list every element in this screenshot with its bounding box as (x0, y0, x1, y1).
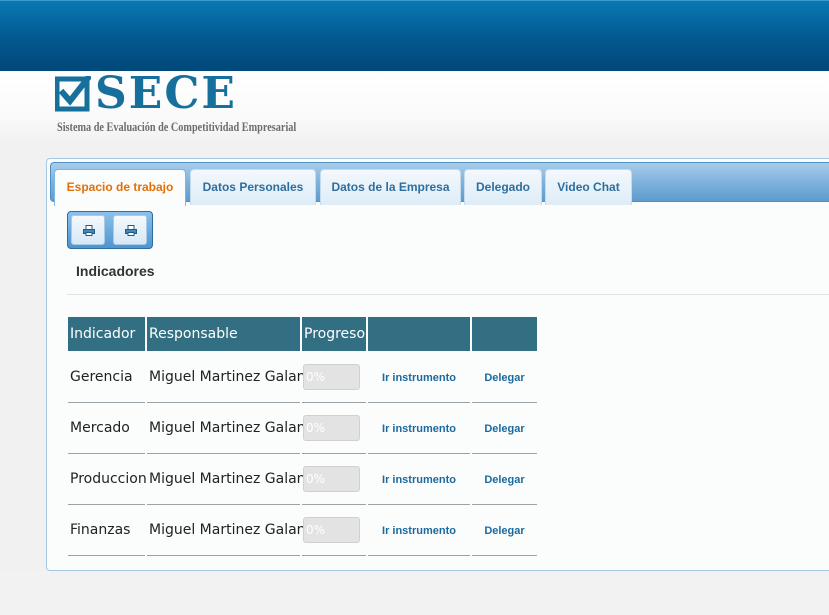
column-header-action (368, 317, 470, 351)
tab-video-chat[interactable]: Video Chat (545, 169, 632, 205)
cell-progreso: 0% (302, 454, 366, 505)
cell-progreso: 0% (302, 403, 366, 454)
cell-indicador: Gerencia (68, 352, 145, 403)
cell-responsable: Miguel Martinez Galan (147, 454, 306, 505)
progress-bar: 0% (303, 415, 360, 441)
cell-progreso: 0% (302, 505, 366, 556)
column-header-indicador: Indicador (68, 317, 145, 351)
cell-action: Ir instrumento (368, 454, 470, 505)
tab-datos-personales[interactable]: Datos Personales (190, 169, 316, 205)
tab-delegado[interactable]: Delegado (464, 169, 542, 205)
tab-espacio-de-trabajo[interactable]: Espacio de trabajo (54, 169, 186, 206)
column-header-responsable: Responsable (147, 317, 300, 351)
column-header-progreso: Progreso (302, 317, 366, 351)
section-title: Indicadores (76, 263, 155, 279)
cell-action: Ir instrumento (368, 352, 470, 403)
logo-subtitle: Sistema de Evaluación de Competitividad … (57, 120, 297, 134)
ir-instrumento-link[interactable]: Ir instrumento (382, 525, 456, 537)
print-button-group (67, 211, 153, 249)
cell-progreso: 0% (302, 352, 366, 403)
sece-logo: SECE Sistema de Evaluación de Competitiv… (55, 70, 307, 140)
ir-instrumento-link[interactable]: Ir instrumento (382, 372, 456, 384)
cell-responsable: Miguel Martinez Galan (147, 403, 306, 454)
cell-indicador: Finanzas (68, 505, 145, 556)
cell-delegate: Delegar (472, 403, 537, 454)
logo-text: SECE (95, 68, 237, 119)
delegar-link[interactable]: Delegar (484, 474, 524, 486)
print-button-2[interactable] (113, 215, 147, 245)
progress-bar: 0% (303, 517, 360, 543)
top-banner (0, 0, 829, 71)
delegar-link[interactable]: Delegar (484, 525, 524, 537)
main-panel: Espacio de trabajo Datos Personales Dato… (46, 158, 829, 571)
ir-instrumento-link[interactable]: Ir instrumento (382, 474, 456, 486)
printer-icon (83, 225, 95, 236)
delegar-link[interactable]: Delegar (484, 372, 524, 384)
cell-action: Ir instrumento (368, 505, 470, 556)
cell-delegate: Delegar (472, 352, 537, 403)
cell-indicador: Mercado (68, 403, 145, 454)
page-footer-area (0, 572, 829, 615)
progress-bar: 0% (303, 364, 360, 390)
progress-bar: 0% (303, 466, 360, 492)
cell-responsable: Miguel Martinez Galan (147, 352, 306, 403)
divider (67, 294, 829, 295)
cell-delegate: Delegar (472, 505, 537, 556)
cell-action: Ir instrumento (368, 403, 470, 454)
ir-instrumento-link[interactable]: Ir instrumento (382, 423, 456, 435)
print-button-1[interactable] (71, 215, 105, 245)
column-header-delegate (472, 317, 537, 351)
delegar-link[interactable]: Delegar (484, 423, 524, 435)
tab-datos-de-la-empresa[interactable]: Datos de la Empresa (320, 169, 461, 205)
tab-bar: Espacio de trabajo Datos Personales Dato… (50, 162, 829, 206)
checkbox-logo-icon (55, 76, 91, 112)
cell-indicador: Produccion (68, 454, 147, 505)
cell-delegate: Delegar (472, 454, 537, 505)
cell-responsable: Miguel Martinez Galan (147, 505, 306, 556)
printer-icon (125, 225, 137, 236)
